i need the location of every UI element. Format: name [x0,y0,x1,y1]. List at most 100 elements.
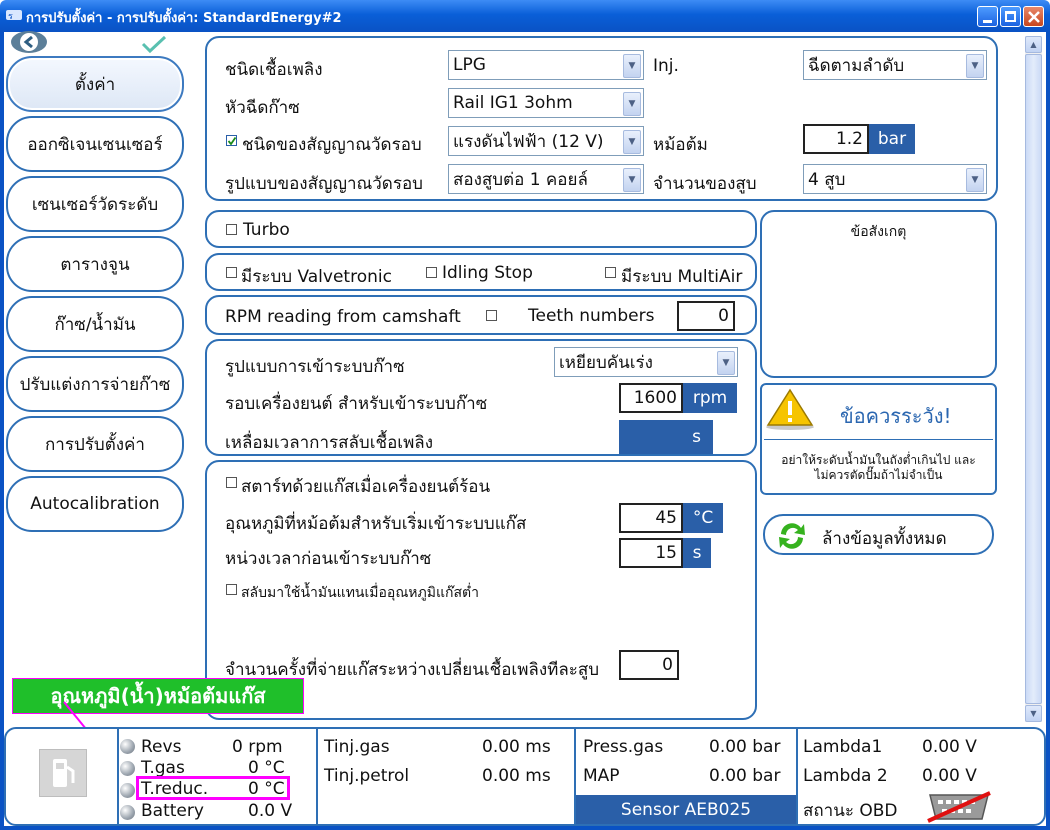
warning-panel: ข้อควรระวัง! อย่าให้ระดับน้ำมันในถังต่ำเ… [760,383,997,495]
low-temp-label: สลับมาใช้น้ำมันแทนเมื่ออุณหภูมิแก๊สต่ำ [241,585,479,601]
reducer-pressure-label: หม้อต้ม [653,135,708,155]
title-bar: ร การปรับตั้งค่า - การปรับตั้งค่า: Stand… [0,0,1050,32]
valvetronic-label: มีระบบ Valvetronic [241,267,392,287]
cylinders-select[interactable]: 4 สูบ ▼ [803,164,987,194]
valvetronic-checkbox[interactable] [226,267,237,278]
reducer-pressure-input[interactable]: 1.2 [803,124,869,154]
delay-label: หน่วงเวลาก่อนเข้าระบบก๊าซ [225,549,432,569]
rpm-camshaft-label: RPM reading from camshaft [225,307,461,327]
warning-title: ข้อควรระวัง! [840,404,952,428]
inj-select[interactable]: ฉีดตามลำดับ ▼ [803,50,987,80]
sensor-model-label: Sensor AEB025 [576,795,796,824]
window-frame-left [0,32,4,830]
status-led-battery [120,805,135,820]
delay-input[interactable]: 15 [619,538,683,568]
app-icon: ร [6,10,22,22]
press-gas-label: Press.gas [583,737,664,757]
scroll-up-button[interactable]: ▲ [1025,36,1042,53]
turbo-checkbox[interactable] [226,224,237,235]
scroll-thumb[interactable] [1025,54,1042,704]
fuel-type-label: ชนิดเชื้อเพลิง [225,60,323,80]
refresh-icon [779,523,805,549]
status-led-treduc [120,783,135,798]
rpm-signal-checkbox[interactable] [226,135,237,146]
window-title: การปรับตั้งค่า - การปรับตั้งค่า: Standar… [26,11,342,26]
sidebar-item-calibration[interactable]: การปรับตั้งค่า [6,416,184,472]
press-gas-value: 0.00 bar [709,737,781,757]
rpm-signal-value: แรงดันไฟฟ้า (12 V) [453,131,604,152]
low-temp-checkbox[interactable] [226,584,237,595]
lambda1-value: 0.00 V [922,737,977,757]
idling-stop-label: Idling Stop [442,263,533,283]
back-icon[interactable] [10,30,48,54]
notes-panel: ข้อสังเกตุ [760,210,997,378]
map-value: 0.00 bar [709,766,781,786]
status-bar: Revs 0 rpm T.gas 0 °C T.reduc. 0 °C Batt… [4,727,1046,826]
fuel-settings-panel: ชนิดเชื้อเพลิง LPG ▼ Inj. ฉีดตามลำดับ ▼ หั… [205,36,998,201]
warning-icon [766,388,814,430]
chevron-down-icon: ▼ [623,92,641,116]
revs-label: Revs [141,737,182,757]
warning-text-line1: อย่าให้ระดับน้ำมันในถังต่ำเกินไป และ [781,453,976,467]
sidebar-item-label: เซนเซอร์วัดระดับ [31,194,159,215]
injector-select[interactable]: Rail IG1 3ohm ▼ [448,88,644,118]
switch-rpm-unit: rpm [683,383,737,413]
window-frame-right [1046,32,1050,830]
maximize-button[interactable] [1000,6,1021,27]
rpm-signal-select[interactable]: แรงดันไฟฟ้า (12 V) ▼ [448,126,644,156]
cycles-input[interactable]: 0 [619,650,679,680]
chevron-down-icon: ▼ [623,168,641,192]
obd-disconnected-icon [927,791,991,823]
chevron-down-icon: ▼ [717,351,735,375]
reducer-pressure-unit: bar [869,124,915,154]
teeth-numbers-input[interactable]: 0 [677,301,735,331]
tgas-value: 0 °C [248,758,285,778]
status-led-tgas [120,761,135,776]
sidebar-item-autocalibration[interactable]: Autocalibration [6,476,184,532]
reducer-temp-unit: °C [683,503,723,533]
signal-pattern-select[interactable]: สองสูบต่อ 1 คอยล์ ▼ [448,164,644,194]
clear-all-data-button[interactable]: ล้างข้อมูลทั้งหมด [763,514,994,555]
sidebar-item-tuning-table[interactable]: ตารางจูน [6,236,184,292]
switch-rpm-input[interactable]: 1600 [619,383,683,413]
engine-options-panel: มีระบบ Valvetronic Idling Stop มีระบบ Mu… [205,253,757,291]
tinj-petrol-label: Tinj.petrol [324,766,410,786]
chevron-down-icon: ▼ [623,54,641,78]
switch-overlap-unit[interactable]: s [619,420,713,454]
sidebar-item-oxygen-sensor[interactable]: ออกซิเจนเซนเซอร์ [6,116,184,172]
hot-start-checkbox[interactable] [226,477,237,488]
injector-value: Rail IG1 3ohm [453,93,573,113]
sidebar-item-settings[interactable]: ตั้งค่า [6,56,184,112]
inj-value: ฉีดตามลำดับ [808,55,905,76]
multiair-checkbox[interactable] [605,267,616,278]
status-divider [796,729,798,824]
lambda1-label: Lambda1 [803,737,883,757]
fuel-type-select[interactable]: LPG ▼ [448,50,644,80]
sidebar-item-label: ตั้งค่า [74,74,116,95]
hot-start-label: สตาร์ทด้วยแก๊สเมื่อเครื่องยนต์ร้อน [241,477,491,497]
vertical-scrollbar[interactable]: ▲ ▼ [1025,36,1042,722]
cylinders-value: 4 สูบ [808,169,846,190]
switch-mode-select[interactable]: เหยียบคันเร่ง ▼ [554,347,738,377]
chevron-down-icon: ▼ [623,130,641,154]
scroll-down-button[interactable]: ▼ [1025,705,1042,722]
fuel-type-value: LPG [453,55,486,75]
map-label: MAP [583,766,620,786]
confirm-check-icon[interactable] [140,34,168,54]
clear-all-data-label: ล้างข้อมูลทั้งหมด [822,529,947,549]
switch-mode-label: รูปแบบการเข้าระบบก๊าซ [225,357,405,377]
reducer-temp-input[interactable]: 45 [619,503,683,533]
idling-stop-checkbox[interactable] [426,267,437,278]
gas-switch-panel: รูปแบบการเข้าระบบก๊าซ เหยียบคันเร่ง ▼ รอบ… [205,339,757,456]
sidebar-item-gas-delivery[interactable]: ปรับแต่งการจ่ายก๊าซ [6,356,184,412]
sidebar-item-label: ก๊าซ/น้ำมัน [54,314,136,335]
treduc-label: T.reduc. [141,779,209,799]
rpm-camshaft-checkbox[interactable] [486,310,497,321]
reducer-temp-label: อุณหภูมิที่หม้อต้มสำหรับเริ่มเข้าระบบแก๊… [225,514,527,534]
sidebar-item-level-sensor[interactable]: เซนเซอร์วัดระดับ [6,176,184,232]
close-button[interactable] [1023,6,1044,27]
minimize-button[interactable] [977,6,998,27]
fuel-pump-icon [39,749,87,797]
sidebar-item-gas-petrol[interactable]: ก๊าซ/น้ำมัน [6,296,184,352]
injector-label: หัวฉีดก๊าซ [225,98,300,118]
